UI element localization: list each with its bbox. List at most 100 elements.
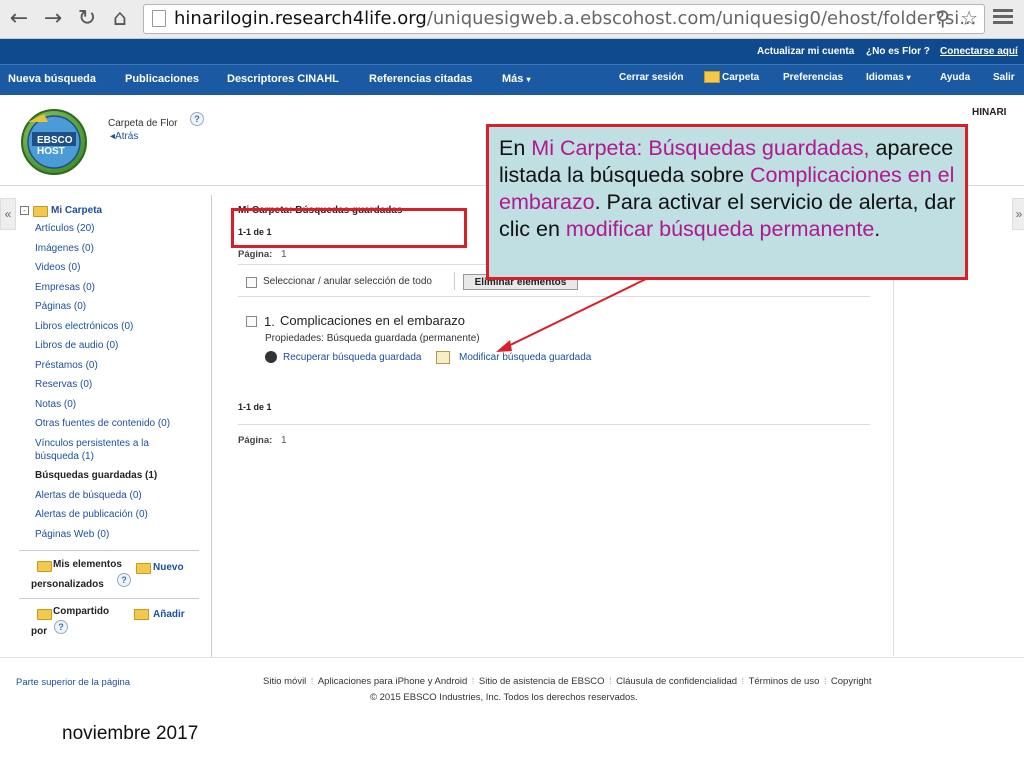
- address-bar[interactable]: hinarilogin.research4life.org/uniquesigw…: [143, 4, 985, 34]
- my-items-label: Mis elementos: [53, 559, 122, 570]
- select-all-checkbox[interactable]: [246, 277, 257, 288]
- sidebar-item-notes[interactable]: Notas (0): [35, 399, 76, 410]
- footer-link-copyright[interactable]: Copyright: [831, 676, 872, 687]
- connect-link[interactable]: Conectarse aquí: [940, 46, 1018, 57]
- sidebar-root[interactable]: Mi Carpeta: [51, 205, 102, 216]
- sidebar-item-reservations[interactable]: Reservas (0): [35, 379, 92, 390]
- sidebar-item-audiobooks[interactable]: Libros de audio (0): [35, 340, 118, 351]
- search-icon[interactable]: ⚲: [935, 6, 950, 30]
- sidebar-item-persistent-links[interactable]: Vínculos persistentes a la: [35, 438, 149, 449]
- nav-new-search[interactable]: Nueva búsqueda: [8, 73, 96, 85]
- sidebar-item-videos[interactable]: Videos (0): [35, 262, 80, 273]
- footer-link-privacy[interactable]: Cláusula de confidencialidad: [616, 676, 737, 687]
- footer-links: Sitio móvil ⁞ Aplicaciones para iPhone y…: [263, 671, 923, 689]
- url-path: /uniquesigweb.a.ebscohost.com/uniquesig0…: [426, 8, 977, 29]
- footer-link-apps[interactable]: Aplicaciones para iPhone y Android: [318, 676, 467, 687]
- nav-cinahl[interactable]: Descriptores CINAHL: [227, 73, 339, 85]
- callout-text-4: .: [874, 217, 881, 241]
- sidebar-item-search-alerts[interactable]: Alertas de búsqueda (0): [35, 490, 142, 501]
- sidebar-item-other-sources[interactable]: Otras fuentes de contenido (0): [35, 418, 170, 429]
- divider: [238, 424, 870, 425]
- folder-icon: [704, 71, 720, 83]
- reload-icon[interactable]: ↻: [74, 6, 100, 32]
- forward-arrow-icon[interactable]: →: [40, 6, 66, 32]
- select-all-label: Seleccionar / anular selección de todo: [263, 276, 432, 287]
- browser-toolbar: ← → ↻ ⌂ hinarilogin.research4life.org/un…: [0, 0, 1024, 39]
- menu-icon[interactable]: [993, 9, 1013, 24]
- sidebar-item-articles[interactable]: Artículos (20): [35, 223, 94, 234]
- retrieve-icon: [265, 351, 277, 363]
- edit-icon: [436, 351, 450, 364]
- sidebar-item-ebooks[interactable]: Libros electrónicos (0): [35, 321, 133, 332]
- result-range: 1-1 de 1: [238, 227, 272, 237]
- page-number-bottom[interactable]: 1: [281, 435, 287, 446]
- nav-publications[interactable]: Publicaciones: [125, 73, 199, 85]
- sidebar-divider: [19, 598, 199, 599]
- result-range-bottom: 1-1 de 1: [238, 402, 272, 412]
- callout-box: En Mi Carpeta: Búsquedas guardadas, apar…: [486, 124, 968, 280]
- slide-date: noviembre 2017: [62, 723, 199, 744]
- sidebar-item-companies[interactable]: Empresas (0): [35, 282, 95, 293]
- back-link[interactable]: ◂Atrás: [110, 131, 138, 142]
- home-icon[interactable]: ⌂: [107, 6, 133, 32]
- my-items-label-2: personalizados: [31, 579, 104, 590]
- sidebar-item-images[interactable]: Imágenes (0): [35, 243, 94, 254]
- url-host: hinarilogin.research4life.org: [174, 8, 427, 29]
- new-button[interactable]: Nuevo: [153, 562, 184, 573]
- nav-cited-refs[interactable]: Referencias citadas: [369, 73, 472, 85]
- tree-collapse-icon[interactable]: -: [20, 206, 29, 215]
- back-arrow-icon[interactable]: ←: [6, 6, 32, 32]
- sidebar-item-loans[interactable]: Préstamos (0): [35, 360, 98, 371]
- footer-link-support[interactable]: Sitio de asistencia de EBSCO: [479, 676, 605, 687]
- folder-icon: [37, 609, 52, 620]
- sidebar-divider: [19, 550, 199, 551]
- not-user-link[interactable]: ¿No es Flor ?: [866, 46, 930, 57]
- nav-preferences[interactable]: Preferencias: [783, 72, 843, 83]
- retrieve-saved-search-link[interactable]: Recuperar búsqueda guardada: [283, 352, 421, 363]
- help-icon[interactable]: ?: [54, 620, 68, 634]
- ebsco-logo[interactable]: EBSCO HOST: [14, 106, 94, 176]
- folder-sidebar: - Mi Carpeta Artículos (20) Imágenes (0)…: [15, 195, 212, 657]
- account-bar: Actualizar mi cuenta ¿No es Flor ? Conec…: [0, 39, 1024, 64]
- page-label: Página:: [238, 249, 273, 260]
- nav-folder[interactable]: Carpeta: [722, 72, 759, 83]
- sidebar-item-saved-searches[interactable]: Búsquedas guardadas (1): [35, 470, 157, 481]
- collapse-left-handle[interactable]: «: [0, 198, 16, 230]
- folder-owner: Carpeta de Flor: [108, 118, 178, 129]
- url-text: hinarilogin.research4life.org/uniquesigw…: [174, 8, 976, 29]
- help-icon[interactable]: ?: [117, 573, 131, 587]
- nav-more-label: Más: [502, 73, 524, 85]
- add-button[interactable]: Añadir: [153, 609, 185, 620]
- footer-sep: ⁞: [310, 676, 314, 687]
- folder-icon: [33, 206, 48, 217]
- footer-sep: ⁞: [823, 676, 827, 687]
- footer-sep: ⁞: [741, 676, 745, 687]
- callout-highlight-folder: Mi Carpeta: Búsquedas guardadas,: [531, 136, 870, 160]
- back-to-top-link[interactable]: Parte superior de la página: [16, 677, 130, 688]
- sidebar-item-web-pages[interactable]: Páginas Web (0): [35, 529, 109, 540]
- sidebar-item-pages[interactable]: Páginas (0): [35, 301, 86, 312]
- add-folder-icon: [134, 609, 149, 620]
- chevron-down-icon: ▾: [526, 75, 531, 84]
- nav-logout[interactable]: Cerrar sesión: [619, 72, 683, 83]
- nav-languages[interactable]: Idiomas ▾: [866, 72, 911, 83]
- footer-link-mobile[interactable]: Sitio móvil: [263, 676, 306, 687]
- sidebar-item-publication-alerts[interactable]: Alertas de publicación (0): [35, 509, 148, 520]
- sidebar-item-persistent-links-count[interactable]: búsqueda (1): [35, 451, 94, 462]
- result-number: 1.: [264, 314, 275, 329]
- nav-exit[interactable]: Salir: [993, 72, 1015, 83]
- bookmark-star-icon[interactable]: ☆: [960, 6, 978, 30]
- nav-help[interactable]: Ayuda: [940, 72, 970, 83]
- page-icon: [152, 10, 166, 27]
- page-number[interactable]: 1: [281, 249, 287, 260]
- footer-link-terms[interactable]: Términos de uso: [749, 676, 820, 687]
- result-checkbox[interactable]: [246, 316, 257, 327]
- new-folder-icon: [136, 563, 151, 574]
- collapse-right-handle[interactable]: »: [1012, 198, 1024, 230]
- hinari-label: HINARI: [972, 107, 1007, 118]
- account-link[interactable]: Actualizar mi cuenta: [757, 46, 854, 57]
- help-icon[interactable]: ?: [190, 112, 204, 126]
- nav-more[interactable]: Más ▾: [502, 73, 530, 85]
- result-title[interactable]: Complicaciones en el embarazo: [280, 313, 465, 328]
- callout-arrow: [496, 277, 649, 352]
